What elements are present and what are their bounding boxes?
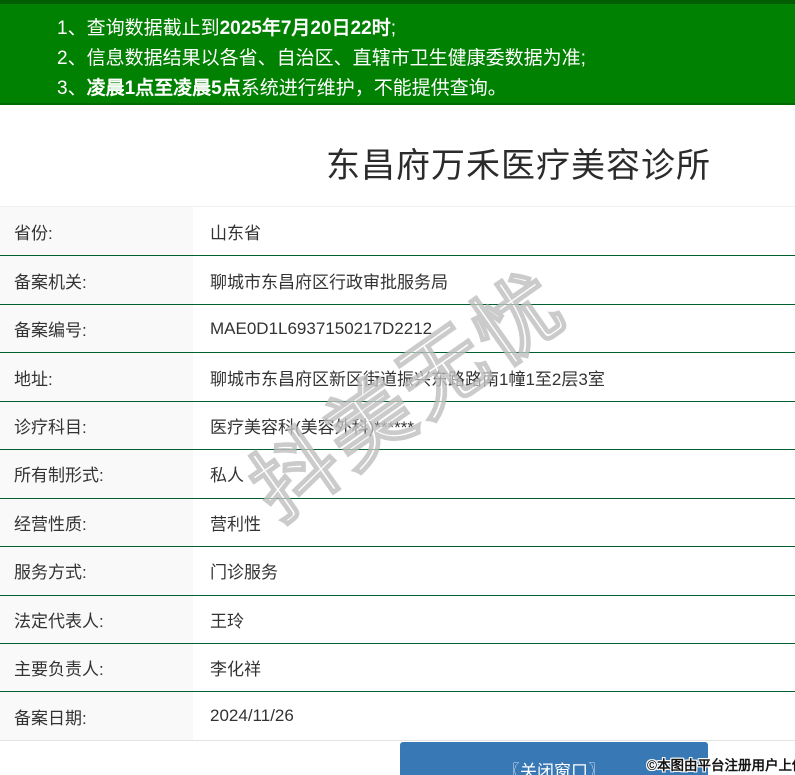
row-value: 李化祥 (210, 660, 261, 680)
row-label: 经营性质: (0, 498, 193, 547)
row-value: 山东省 (210, 223, 261, 243)
row-value: 2024/11/26 (210, 706, 294, 726)
row-value: 王玲 (210, 611, 244, 631)
row-label: 主要负责人: (0, 643, 193, 692)
row-label: 备案机关: (0, 256, 193, 304)
notice-number: 1、 (57, 18, 87, 39)
row-label: 备案编号: (0, 304, 193, 353)
row-value: 营利性 (210, 514, 261, 534)
table-row-principal: 主要负责人: 李化祥 (0, 642, 795, 692)
row-value: 门诊服务 (210, 563, 278, 583)
table-row-legal-representative: 法定代表人: 王玲 (0, 594, 795, 643)
row-label: 省份: (0, 207, 193, 256)
notice-line-3: 3、凌晨1点至凌晨5点系统进行维护，不能提供查询。 (57, 78, 507, 99)
row-value: 聊城市东昌府区新区街道振兴东路路南1幢1至2层3室 (210, 369, 605, 389)
table-row-treatment-subjects: 诊疗科目: 医疗美容科(美容外科)****** (0, 400, 795, 450)
table-row-address: 地址: 聊城市东昌府区新区街道振兴东路路南1幢1至2层3室 (0, 352, 795, 401)
title-container: 东昌府万禾医疗美容诊所 (0, 138, 795, 187)
close-window-button[interactable]: 〖关闭窗口〗 (400, 742, 708, 775)
row-value: 医疗美容科(美容外科)****** (210, 417, 415, 437)
table-row-province: 省份: 山东省 (0, 207, 795, 256)
row-label: 地址: (0, 353, 193, 401)
table-row-service-mode: 服务方式: 门诊服务 (0, 546, 795, 595)
notice-line-1: 1、查询数据截止到2025年7月20日22时; (57, 18, 396, 39)
row-value: 私人 (210, 466, 244, 486)
row-label: 法定代表人: (0, 595, 193, 643)
row-value: 聊城市东昌府区行政审批服务局 (210, 272, 448, 292)
notice-number: 3、 (57, 78, 87, 99)
page-title: 东昌府万禾医疗美容诊所 (326, 147, 711, 185)
table-row-filing-authority: 备案机关: 聊城市东昌府区行政审批服务局 (0, 255, 795, 304)
table-row-filing-number: 备案编号: MAE0D1L6937150217D2212 (0, 303, 795, 353)
row-label: 所有制形式: (0, 450, 193, 498)
record-detail-table: 省份: 山东省 备案机关: 聊城市东昌府区行政审批服务局 备案编号: MAE0D… (0, 206, 795, 741)
table-row-business-nature: 经营性质: 营利性 (0, 497, 795, 547)
notice-number: 2、 (57, 48, 87, 69)
table-row-filing-date: 备案日期: 2024/11/26 (0, 691, 795, 740)
notice-line-2: 2、信息数据结果以各省、自治区、直辖市卫生健康委数据为准; (57, 48, 586, 69)
row-label: 服务方式: (0, 547, 193, 595)
row-label: 备案日期: (0, 692, 193, 740)
notice-banner: 1、查询数据截止到2025年7月20日22时; 2、信息数据结果以各省、自治区、… (0, 0, 795, 105)
table-row-ownership-form: 所有制形式: 私人 (0, 449, 795, 498)
row-label: 诊疗科目: (0, 401, 193, 450)
row-value: MAE0D1L6937150217D2212 (210, 318, 433, 338)
